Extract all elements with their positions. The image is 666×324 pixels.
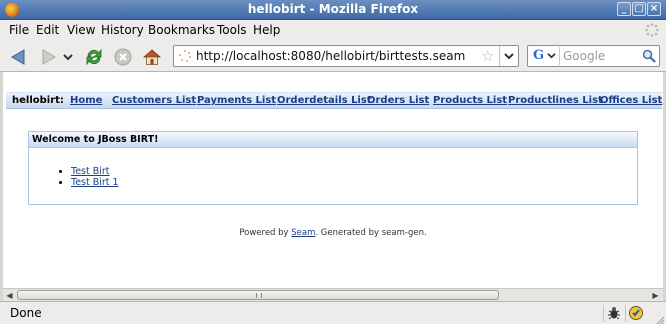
horizontal-scrollbar[interactable]: ◀ ▶ xyxy=(3,288,663,301)
minimize-button[interactable]: _ xyxy=(617,2,631,16)
seam-link[interactable]: Seam xyxy=(291,228,315,238)
reload-button[interactable] xyxy=(83,46,105,68)
home-button[interactable] xyxy=(141,46,163,68)
scroll-right-icon[interactable]: ▶ xyxy=(650,290,661,301)
search-bar[interactable]: G Google xyxy=(527,45,660,67)
page-footer: Powered by Seam. Generated by seam-gen. xyxy=(3,228,663,238)
menu-tools[interactable]: Tools xyxy=(217,23,247,37)
scroll-left-icon[interactable]: ◀ xyxy=(4,290,15,301)
list-item: Test Birt xyxy=(71,166,119,177)
scrollbar-thumb[interactable] xyxy=(17,290,499,300)
menu-bar: File Edit View History Bookmarks Tools H… xyxy=(0,20,666,40)
reload-icon xyxy=(86,48,102,66)
home-icon xyxy=(142,49,162,65)
panel-title: Welcome to JBoss BIRT! xyxy=(32,134,159,145)
bookmark-star-icon[interactable]: ☆ xyxy=(481,48,494,64)
forward-arrow-icon xyxy=(42,49,56,65)
url-text[interactable]: http://localhost:8080/hellobirt/birttest… xyxy=(196,49,465,63)
status-text: Done xyxy=(10,306,42,320)
url-dropdown-button[interactable] xyxy=(499,46,518,66)
menu-view[interactable]: View xyxy=(67,23,95,37)
app-brand: hellobirt: xyxy=(12,95,64,106)
app-menu-bar: hellobirt: Home Customers List Payments … xyxy=(6,92,662,109)
status-bar: Done xyxy=(0,301,666,324)
google-icon: G xyxy=(533,48,545,63)
welcome-panel: Welcome to JBoss BIRT! Test Birt Test Bi… xyxy=(28,131,638,205)
throbber-icon xyxy=(645,23,659,37)
search-input[interactable]: Google xyxy=(563,49,605,63)
search-icon[interactable] xyxy=(642,49,656,63)
window-titlebar: hellobirt - Mozilla Firefox _ □ × xyxy=(0,0,666,20)
bug-icon[interactable] xyxy=(603,305,621,322)
test-birt-link[interactable]: Test Birt xyxy=(71,166,110,177)
chevron-down-icon xyxy=(547,53,556,59)
menu-help[interactable]: Help xyxy=(253,23,280,37)
page-viewport: hellobirt: Home Customers List Payments … xyxy=(3,88,663,288)
nav-link-productlines[interactable]: Productlines List xyxy=(508,95,603,106)
navigation-toolbar: http://localhost:8080/hellobirt/birttest… xyxy=(0,40,666,72)
addon-status-icon[interactable] xyxy=(625,305,643,322)
resize-grip[interactable] xyxy=(656,314,665,324)
nav-link-orderdetails[interactable]: Orderdetails List xyxy=(277,95,372,106)
stop-icon xyxy=(114,48,132,66)
address-bar[interactable]: http://localhost:8080/hellobirt/birttest… xyxy=(173,45,519,67)
menu-history[interactable]: History xyxy=(101,23,144,37)
chevron-down-icon xyxy=(63,54,73,61)
scrollbar-grip xyxy=(256,293,262,298)
test-links-list: Test Birt Test Birt 1 xyxy=(71,166,119,188)
test-birt-1-link[interactable]: Test Birt 1 xyxy=(71,177,119,188)
viewport-top xyxy=(3,72,663,88)
nav-link-home[interactable]: Home xyxy=(70,95,102,106)
menu-bookmarks[interactable]: Bookmarks xyxy=(148,23,215,37)
chevron-down-icon xyxy=(504,53,514,60)
footer-prefix: Powered by xyxy=(239,228,292,238)
nav-link-payments[interactable]: Payments List xyxy=(197,95,276,106)
panel-header: Welcome to JBoss BIRT! xyxy=(29,132,637,148)
window-title: hellobirt - Mozilla Firefox xyxy=(247,2,419,16)
nav-link-orders[interactable]: Orders List xyxy=(367,95,429,106)
maximize-button[interactable]: □ xyxy=(632,2,646,16)
close-button[interactable]: × xyxy=(647,2,661,16)
back-button[interactable] xyxy=(7,46,29,68)
footer-suffix: . Generated by seam-gen. xyxy=(315,228,427,238)
menu-edit[interactable]: Edit xyxy=(36,23,59,37)
forward-button[interactable] xyxy=(38,46,60,68)
nav-link-products[interactable]: Products List xyxy=(433,95,507,106)
page-loading-icon xyxy=(179,50,191,62)
search-engine-button[interactable]: G xyxy=(530,47,560,65)
nav-link-offices[interactable]: Offices List xyxy=(600,95,662,106)
nav-link-customers[interactable]: Customers List xyxy=(112,95,196,106)
list-item: Test Birt 1 xyxy=(71,177,119,188)
back-arrow-icon xyxy=(11,49,25,65)
history-dropdown-button[interactable] xyxy=(61,46,75,68)
menu-file[interactable]: File xyxy=(9,23,29,37)
stop-button[interactable] xyxy=(112,46,134,68)
